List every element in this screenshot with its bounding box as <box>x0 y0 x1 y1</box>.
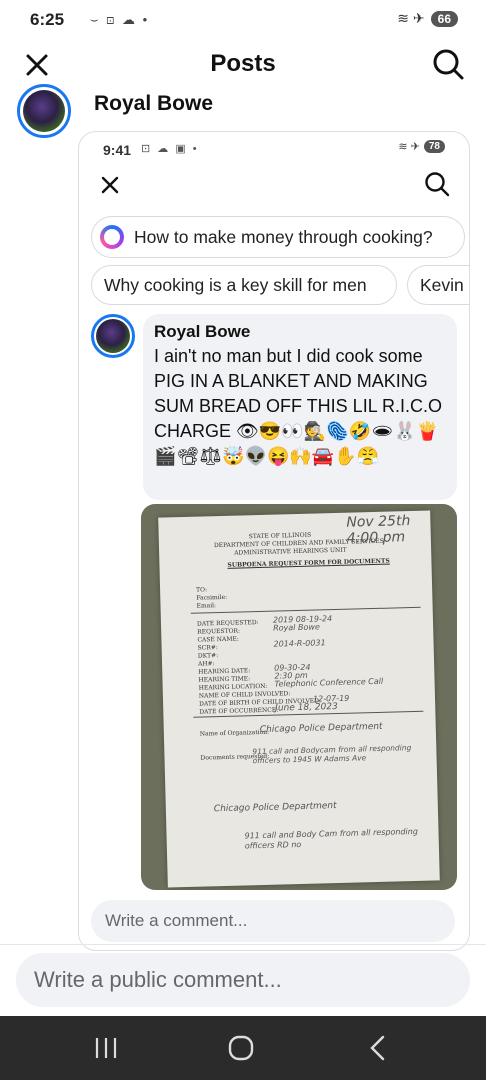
divider <box>0 944 486 945</box>
doc-field-label: DATE REQUESTED: <box>196 619 259 628</box>
recent-apps-icon[interactable] <box>86 1034 126 1062</box>
author-name[interactable]: Royal Bowe <box>94 92 213 116</box>
doc-hand-value: June 18, 2023 <box>275 701 338 714</box>
embedded-notification-icons: ⊡ ☁ ▣ • <box>141 143 199 155</box>
suggestion-chips: Why cooking is a key skill for men Kevin <box>91 265 469 305</box>
doc-header-line: ADMINISTRATIVE HEARINGS UNIT <box>234 546 347 557</box>
notification-icons: ⌣ ⊡ ☁ • <box>90 12 150 27</box>
ai-suggestion-text: How to make money through cooking? <box>134 226 433 247</box>
doc-field-label: HEARING DATE: <box>198 667 251 676</box>
status-right: ≋ ✈ 66 <box>397 10 458 27</box>
doc-docs-value: 911 call and Bodycam from all responding… <box>252 743 412 766</box>
doc-hand-value: 2014-R-0031 <box>273 638 326 649</box>
embedded-close-icon <box>101 176 119 194</box>
comment-text: I ain't no man but I did cook some PIG I… <box>154 346 443 466</box>
system-nav-bar <box>0 1016 486 1080</box>
document-photo: STATE OF ILLINOIS DEPARTMENT OF CHILDREN… <box>141 504 457 890</box>
doc-field-label: SCR#: <box>197 644 218 652</box>
doc-hand-value: Telephonic Conference Call <box>274 676 384 689</box>
author-avatar[interactable] <box>17 84 71 138</box>
doc-field-label: DKT#: <box>197 652 219 660</box>
suggestion-chip: Why cooking is a key skill for men <box>91 265 397 305</box>
embedded-wifi-icons: ≋ ✈ <box>398 141 420 153</box>
commenter-name: Royal Bowe <box>154 322 251 341</box>
doc-field-label: HEARING TIME: <box>198 675 251 684</box>
doc-hand-value: Royal Bowe <box>273 622 320 633</box>
status-bar: 6:25 ⌣ ⊡ ☁ • ≋ ✈ 66 <box>0 0 486 40</box>
subpoena-document: STATE OF ILLINOIS DEPARTMENT OF CHILDREN… <box>158 510 440 888</box>
embedded-status-time: 9:41 <box>103 142 132 158</box>
doc-docs2-value: 911 call and Body Cam from all respondin… <box>244 826 418 851</box>
status-time: 6:25 <box>30 10 65 29</box>
embedded-status-right: ≋ ✈ 78 <box>398 140 445 153</box>
embedded-comment-input: Write a comment... <box>91 900 455 942</box>
doc-handwritten-note: Nov 25th 4:00 pm <box>346 513 411 547</box>
comment-bubble: Royal Bowe I ain't no man but I did cook… <box>143 314 457 500</box>
doc-org2-value: Chicago Police Department <box>213 801 337 815</box>
battery-indicator: 66 <box>430 10 458 27</box>
ai-suggestion-pill: How to make money through cooking? <box>91 216 465 258</box>
doc-field-label: REQUESTOR: <box>197 627 241 636</box>
doc-form-title: SUBPOENA REQUEST FORM FOR DOCUMENTS <box>227 557 390 569</box>
commenter-avatar <box>91 314 135 358</box>
doc-field-label: Facsimile: <box>196 593 228 602</box>
doc-field-label: Email: <box>196 602 217 610</box>
doc-org-value: Chicago Police Department <box>259 721 383 736</box>
doc-field-label: AH#: <box>197 660 215 668</box>
embedded-battery: 78 <box>423 140 445 153</box>
embedded-search-icon <box>425 172 450 197</box>
top-header: Posts <box>0 40 486 90</box>
page-title: Posts <box>210 50 276 77</box>
embedded-screenshot[interactable]: 9:41 ⊡ ☁ ▣ • ≋ ✈ 78 How to make money th… <box>78 131 470 951</box>
home-icon[interactable] <box>221 1034 261 1062</box>
back-icon[interactable] <box>358 1034 398 1062</box>
meta-ai-icon <box>100 225 124 249</box>
doc-field-label: CASE NAME: <box>197 635 239 644</box>
suggestion-chip: Kevin <box>407 265 469 305</box>
doc-field-label: TO: <box>196 586 208 594</box>
public-comment-input[interactable]: Write a public comment... <box>16 953 470 1007</box>
search-icon[interactable] <box>430 46 466 82</box>
wifi-airplane-icons: ≋ ✈ <box>397 10 425 26</box>
